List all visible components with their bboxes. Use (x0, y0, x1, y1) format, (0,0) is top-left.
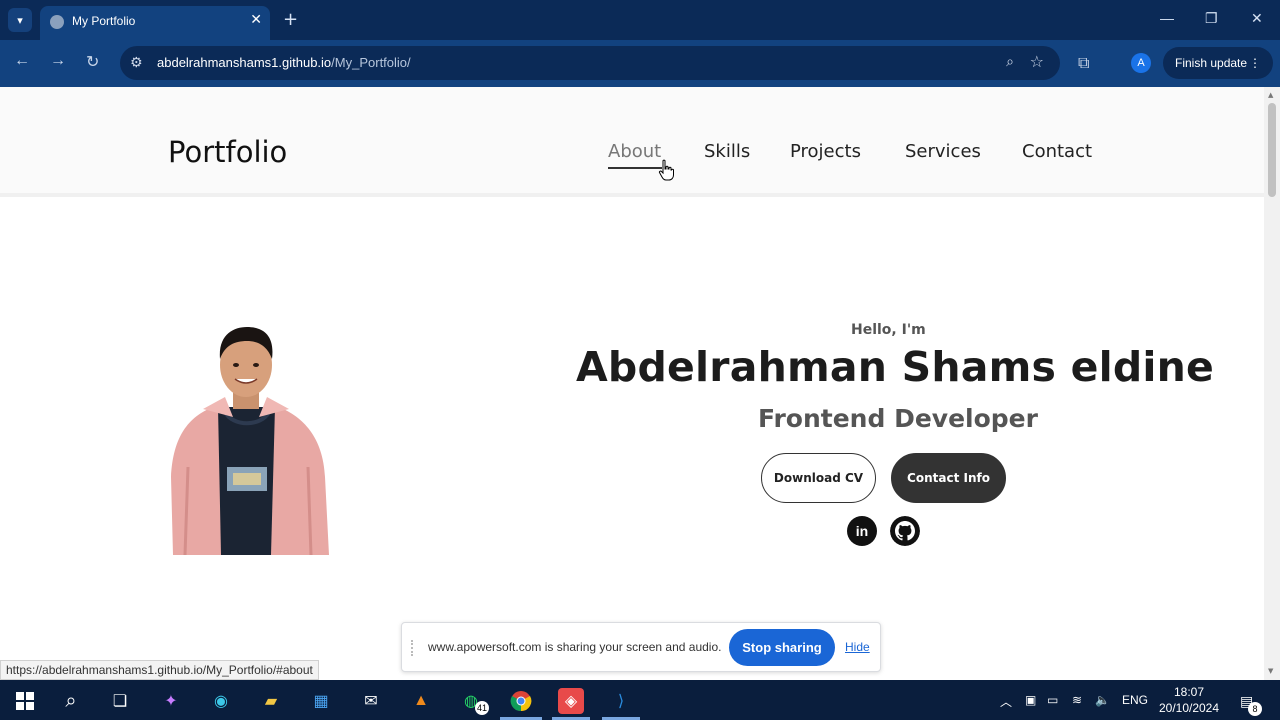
scroll-down-icon[interactable]: ▼ (1268, 667, 1273, 675)
hero-role: Frontend Developer (758, 404, 1038, 433)
github-icon[interactable] (890, 516, 920, 546)
nav-projects[interactable]: Projects (790, 141, 861, 162)
stop-sharing-button[interactable]: Stop sharing (729, 629, 835, 666)
hero-greeting: Hello, I'm (851, 322, 926, 338)
browser-tab-strip: ▾ My Portfolio ✕ + — ❐ ✕ (0, 0, 1280, 40)
close-icon[interactable]: ✕ (250, 12, 262, 28)
menu-dots-icon: ⋮ (1249, 56, 1261, 70)
reload-icon[interactable]: ↻ (86, 52, 99, 72)
hide-link[interactable]: Hide (845, 640, 870, 654)
drag-handle-icon[interactable] (411, 640, 417, 656)
globe-icon (50, 15, 64, 29)
whatsapp-badge: 41 (475, 701, 489, 715)
browser-tab[interactable]: My Portfolio ✕ (40, 6, 270, 40)
back-icon[interactable]: ← (14, 52, 30, 70)
nav-skills[interactable]: Skills (704, 141, 750, 162)
battery-icon[interactable]: ▭ (1047, 693, 1058, 707)
windows-start-icon[interactable] (12, 688, 38, 714)
site-settings-icon[interactable]: ⚙ (130, 55, 143, 71)
window-close-icon[interactable]: ✕ (1251, 10, 1263, 27)
tab-title: My Portfolio (72, 14, 136, 28)
download-cv-button[interactable]: Download CV (761, 453, 876, 503)
meet-now-icon[interactable]: ▣ (1025, 693, 1036, 707)
vlc-icon[interactable]: ▲ (408, 688, 434, 714)
site-logo[interactable]: Portfolio (168, 135, 287, 169)
file-explorer-icon[interactable]: ▰ (258, 688, 284, 714)
copilot-icon[interactable]: ✦ (158, 688, 184, 714)
windows-taskbar: ⌕ ❏ ✦ ◉ ▰ ▦ ✉ ▲ ◍ 41 ◈ ⟩ ︿ ▣ ▭ ≋ 🔈 ENG 1… (0, 680, 1280, 720)
web-page: Portfolio About Skills Projects Services… (0, 87, 1264, 680)
page-scrollbar[interactable]: ▲ ▼ (1264, 87, 1280, 680)
nav-about[interactable]: About (608, 141, 661, 162)
clock-time: 18:07 (1173, 685, 1205, 699)
new-tab-button[interactable]: + (283, 9, 298, 30)
profile-photo (171, 327, 329, 555)
url-path: /My_Portfolio/ (331, 55, 411, 70)
chrome-logo-icon (510, 691, 532, 712)
scrollbar-thumb[interactable] (1268, 103, 1276, 197)
nav-active-underline (608, 167, 662, 169)
hand-cursor-icon (658, 159, 674, 181)
language-indicator[interactable]: ENG (1122, 693, 1148, 707)
wifi-icon[interactable]: ≋ (1072, 693, 1082, 707)
linkedin-icon[interactable]: in (847, 516, 877, 546)
volume-icon[interactable]: 🔈 (1095, 693, 1110, 707)
chrome-icon[interactable] (508, 688, 534, 714)
tab-search-icon[interactable]: ▾ (8, 8, 32, 32)
profile-avatar[interactable]: A (1131, 53, 1151, 73)
address-bar[interactable]: ⚙ abdelrahmanshams1.github.io/My_Portfol… (120, 46, 1060, 80)
extensions-icon[interactable]: ⧉ (1078, 53, 1089, 73)
finish-update-label: Finish update (1175, 56, 1248, 70)
finish-update-button[interactable]: Finish update ⋮ (1163, 47, 1273, 79)
nav-services[interactable]: Services (905, 141, 981, 162)
vscode-icon[interactable]: ⟩ (608, 688, 634, 714)
minimize-icon[interactable]: — (1160, 10, 1174, 26)
restore-icon[interactable]: ❐ (1205, 10, 1218, 27)
notifications-badge: 8 (1248, 702, 1262, 716)
microsoft-store-icon[interactable]: ▦ (308, 688, 334, 714)
status-bar-url: https://abdelrahmanshams1.github.io/My_P… (0, 660, 319, 680)
screen-share-bar: www.apowersoft.com is sharing your scree… (401, 622, 881, 672)
forward-icon[interactable]: → (50, 52, 66, 70)
mail-icon[interactable]: ✉ (358, 688, 384, 714)
task-view-icon[interactable]: ❏ (107, 688, 133, 714)
site-header: Portfolio About Skills Projects Services… (0, 87, 1264, 197)
bookmark-star-icon[interactable]: ☆ (1030, 52, 1044, 71)
browser-toolbar: ← → ↻ ⚙ abdelrahmanshams1.github.io/My_P… (0, 40, 1280, 87)
clock-date: 20/10/2024 (1158, 701, 1220, 715)
share-message: www.apowersoft.com is sharing your scree… (428, 640, 722, 654)
search-icon[interactable]: ⌕ (58, 688, 84, 714)
scroll-up-icon[interactable]: ▲ (1268, 91, 1273, 99)
tray-overflow-icon[interactable]: ︿ (1000, 693, 1012, 710)
nav-contact[interactable]: Contact (1022, 141, 1092, 162)
url-host: abdelrahmanshams1.github.io (157, 55, 332, 70)
edge-icon[interactable]: ◉ (208, 688, 234, 714)
url-text[interactable]: abdelrahmanshams1.github.io/My_Portfolio… (157, 55, 411, 70)
zoom-icon[interactable]: ⌕ (1006, 54, 1014, 70)
hero-name: Abdelrahman Shams eldine (576, 343, 1215, 391)
contact-info-button[interactable]: Contact Info (891, 453, 1006, 503)
taskbar-clock[interactable]: 18:07 20/10/2024 (1155, 684, 1223, 716)
apowersoft-icon[interactable]: ◈ (558, 688, 584, 714)
